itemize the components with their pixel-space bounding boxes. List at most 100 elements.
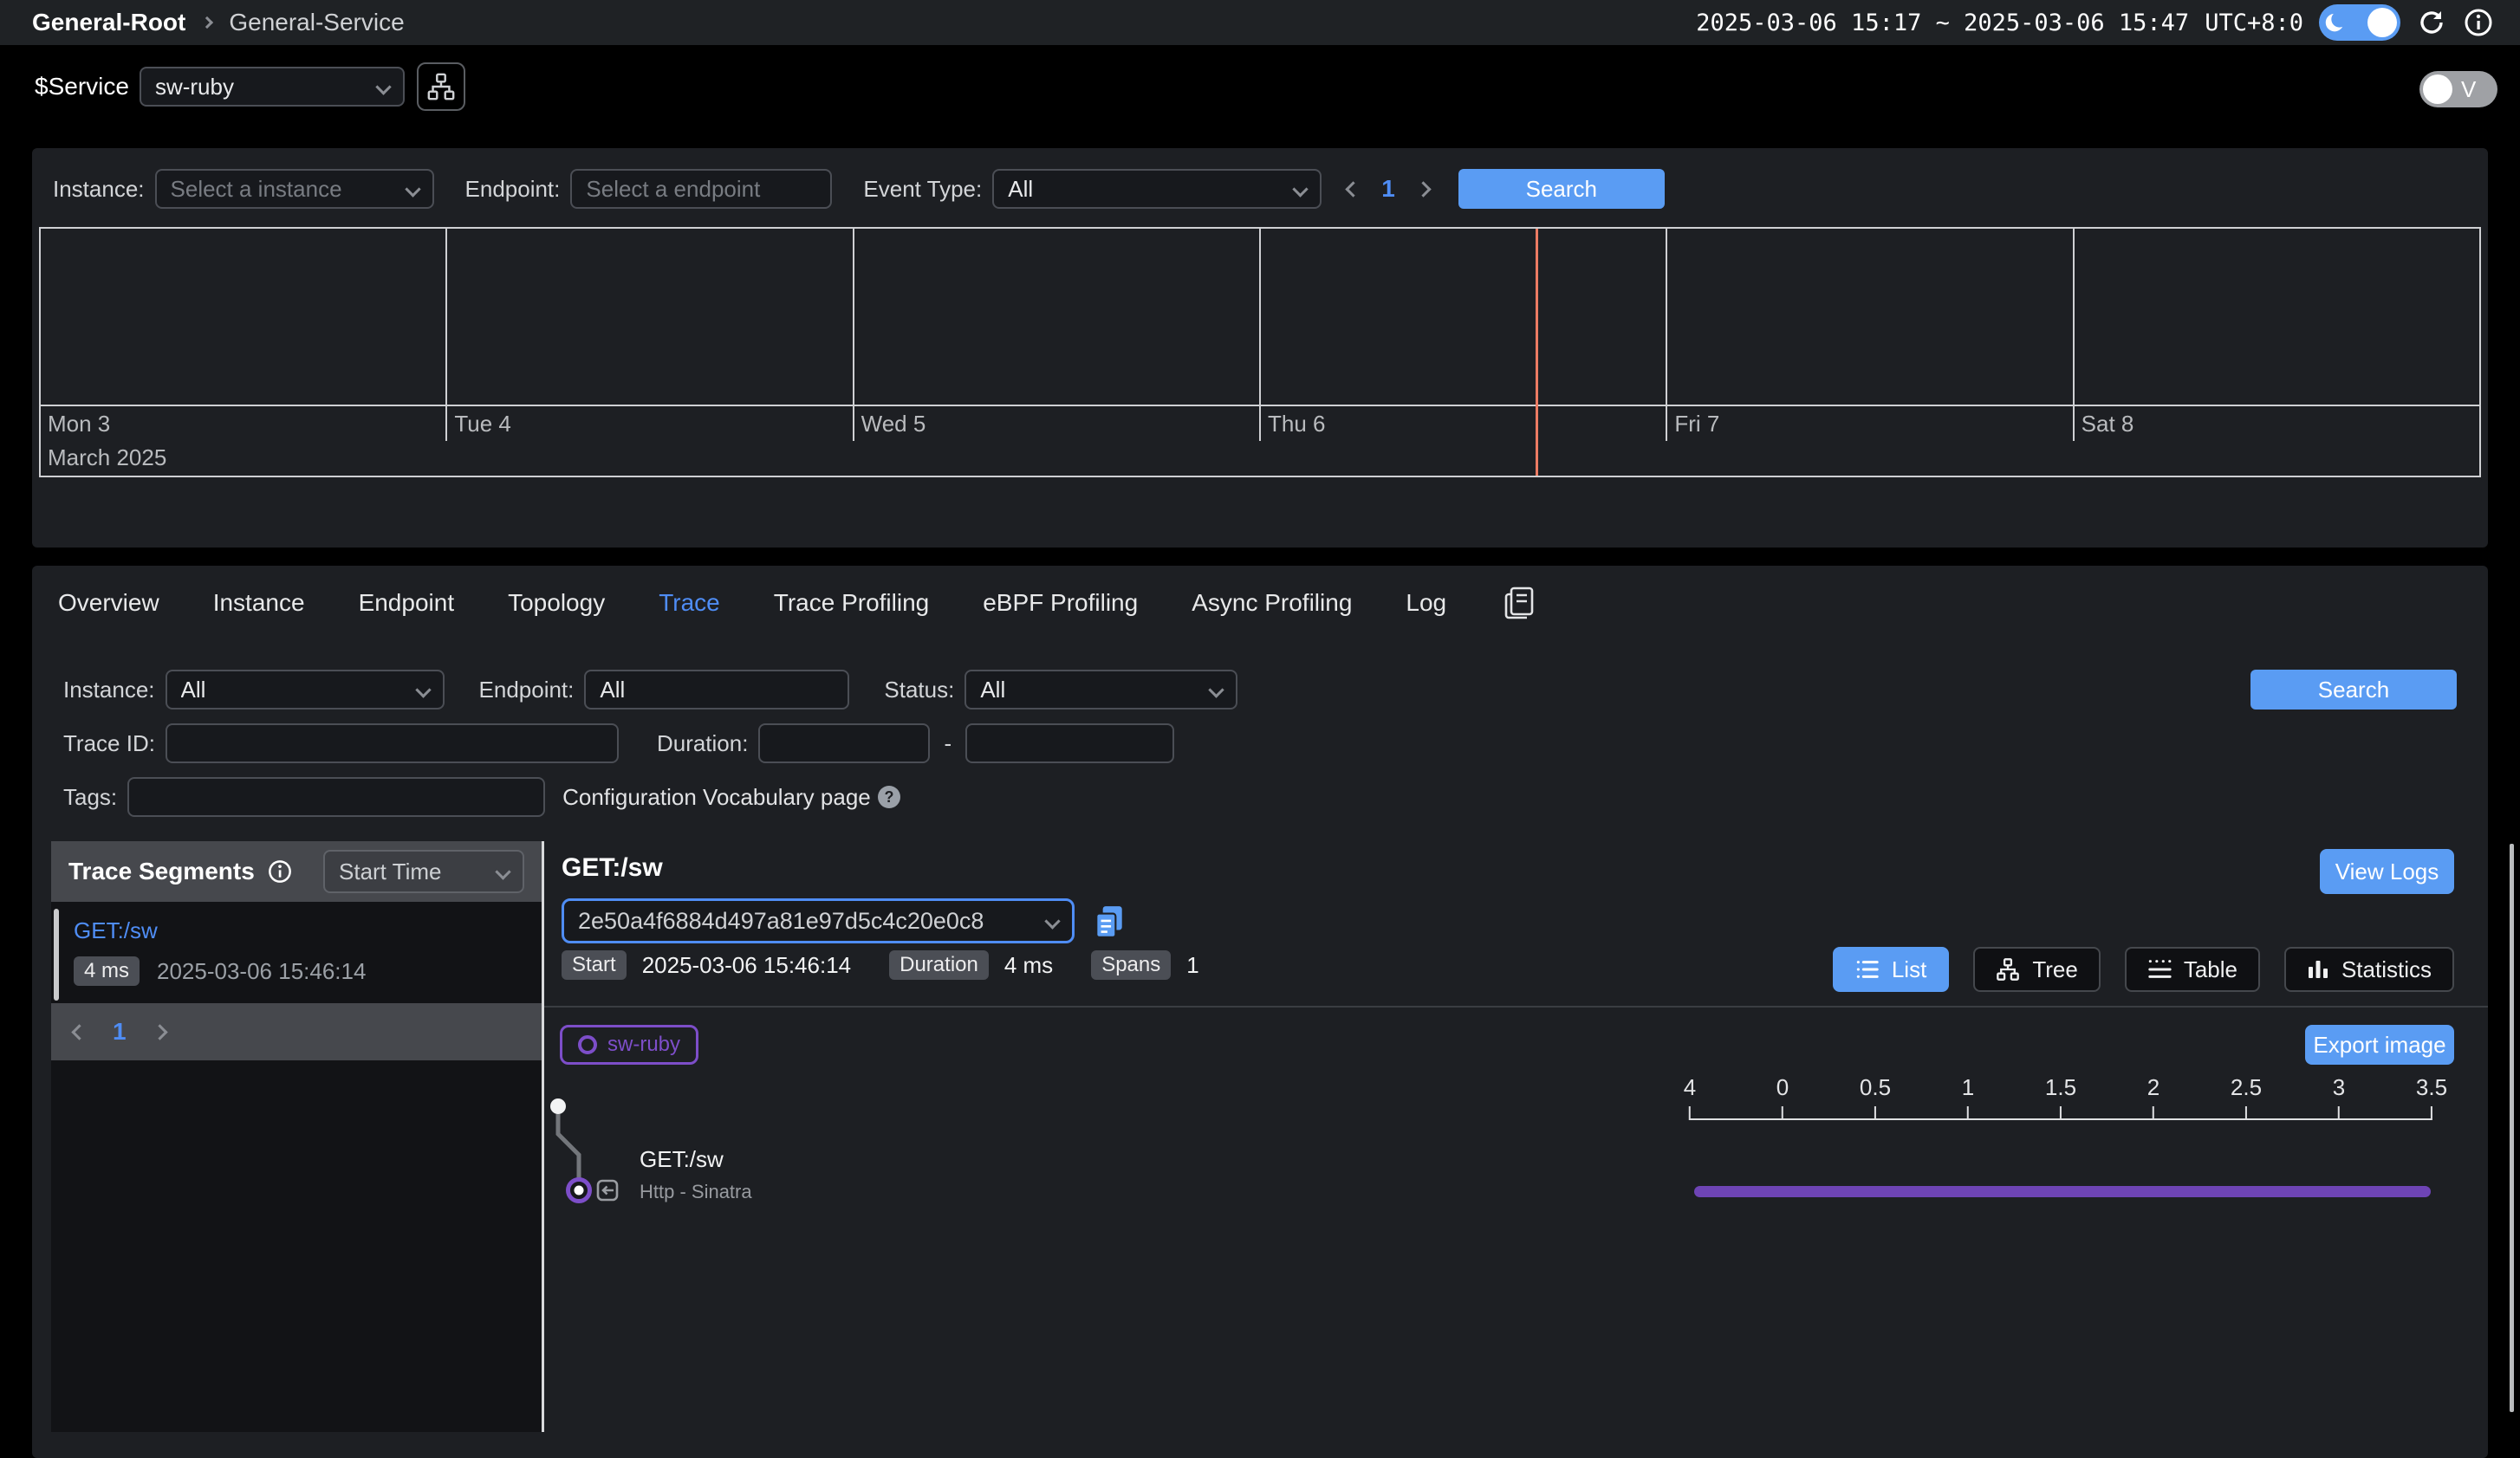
duration-max-field[interactable] — [965, 723, 1174, 763]
topology-shortcut-button[interactable] — [417, 62, 465, 111]
breadcrumb-root[interactable]: General-Root — [32, 9, 185, 36]
event-timeline-panel: Instance: Endpoint: Event Type: All 1 Se… — [32, 148, 2488, 548]
time-axis: 0 0.5 1 1.5 — [1690, 1082, 2432, 1120]
calendar-day-cell — [853, 229, 1259, 405]
document-pages-icon — [1504, 585, 1535, 621]
event-instance-input[interactable] — [171, 176, 407, 203]
start-value: 2025-03-06 15:46:14 — [642, 952, 851, 979]
breadcrumb-current[interactable]: General-Service — [229, 9, 404, 36]
tab[interactable]: Log — [1406, 589, 1446, 617]
legend-circle-icon — [578, 1035, 597, 1054]
tab[interactable]: Trace — [659, 589, 720, 617]
variables-toggle-label: V — [2461, 76, 2476, 103]
tab[interactable]: Async Profiling — [1192, 589, 1352, 617]
timezone[interactable]: UTC+8:0 — [2205, 10, 2303, 36]
service-select-value: sw-ruby — [155, 74, 234, 100]
next-page-icon[interactable] — [152, 1024, 167, 1040]
prev-page-icon[interactable] — [71, 1024, 87, 1040]
info-icon — [2463, 7, 2494, 38]
next-page-icon[interactable] — [1415, 181, 1431, 197]
topology-icon — [426, 72, 456, 101]
view-mode-table-button[interactable]: Table — [2125, 947, 2260, 992]
event-type-select[interactable]: All — [992, 169, 1322, 209]
trace-segment-item[interactable]: GET:/sw 4 ms 2025-03-06 15:46:14 — [74, 917, 524, 986]
vocabulary-link-text: Configuration Vocabulary page — [562, 784, 871, 811]
event-endpoint-field[interactable] — [570, 169, 832, 209]
variables-toggle[interactable]: V — [2419, 71, 2497, 107]
duration-min-field[interactable] — [758, 723, 930, 763]
list-scrollbar[interactable] — [54, 909, 59, 1001]
refresh-button[interactable] — [2416, 7, 2447, 38]
calendar-day-label: Tue 4 — [445, 406, 852, 441]
trace-status-value: All — [980, 677, 1005, 703]
calendar-day-cell — [445, 229, 852, 405]
calendar-day-label: Thu 6 — [1259, 406, 1666, 441]
segments-sort-select[interactable]: Start Time — [323, 850, 524, 893]
event-instance-select[interactable] — [155, 169, 434, 209]
tab-list: Overview Instance Endpoint Topology Trace Tra… — [58, 589, 1500, 617]
event-calendar[interactable]: Mon 3Tue 4Wed 5Thu 6Fri 7Sat 8 March 202… — [39, 227, 2481, 477]
calendar-day-cell — [41, 229, 445, 405]
vocabulary-link[interactable]: Configuration Vocabulary page ? — [562, 784, 902, 811]
view-mode-list-button[interactable]: List — [1833, 947, 1949, 992]
duration-value: 4 ms — [1004, 952, 1053, 979]
dark-mode-toggle[interactable] — [2319, 4, 2400, 41]
trace-search-button[interactable]: Search — [2250, 670, 2457, 710]
tab[interactable]: Trace Profiling — [774, 589, 929, 617]
tags-field[interactable] — [127, 777, 545, 817]
trace-id-input[interactable] — [181, 730, 603, 757]
info-icon[interactable] — [267, 859, 293, 885]
trace-workspace: Trace Segments Start Time GET:/sw 4 ms — [51, 841, 2488, 1432]
calendar-month-row: March 2025 — [41, 441, 2479, 474]
trace-endpoint-input[interactable] — [600, 677, 834, 703]
duration-min-input[interactable] — [774, 730, 914, 757]
page-scrollbar[interactable] — [2510, 844, 2514, 1412]
trace-instance-value: All — [181, 677, 206, 703]
info-button[interactable] — [2463, 7, 2494, 38]
tab[interactable]: Endpoint — [359, 589, 455, 617]
view-mode-statistics-button[interactable]: Statistics — [2284, 947, 2454, 992]
axis-tick: 2 — [2147, 1074, 2160, 1120]
service-legend-chip[interactable]: sw-ruby — [560, 1025, 698, 1065]
export-image-button[interactable]: Export image — [2305, 1025, 2454, 1065]
view-logs-button[interactable]: View Logs — [2320, 849, 2454, 894]
trace-endpoint-field[interactable] — [584, 670, 849, 710]
trace-detail: GET:/sw View Logs 2e50a4f6884d497a81e97d… — [544, 841, 2488, 1432]
segment-start-time: 2025-03-06 15:46:14 — [157, 958, 366, 985]
tags-label: Tags: — [63, 784, 117, 811]
trace-segments-panel: Trace Segments Start Time GET:/sw 4 ms — [51, 841, 542, 1432]
trace-id-field[interactable] — [166, 723, 619, 763]
event-search-button[interactable]: Search — [1458, 169, 1665, 209]
axis-tick: 3 — [2333, 1074, 2345, 1120]
prev-page-icon[interactable] — [1346, 181, 1361, 197]
copy-trace-id-button[interactable] — [1094, 904, 1125, 946]
trace-id-select[interactable]: 2e50a4f6884d497a81e97d5c4c20e0c8 — [562, 898, 1075, 943]
span-name[interactable]: GET:/sw — [640, 1146, 724, 1173]
trace-root-node — [550, 1098, 566, 1114]
view-mode-tree-button[interactable]: Tree — [1973, 947, 2101, 992]
tab[interactable]: Instance — [213, 589, 305, 617]
bar-chart-icon — [2307, 958, 2329, 981]
tags-input[interactable] — [143, 784, 529, 811]
tab-bar: Overview Instance Endpoint Topology Trace Tra… — [32, 566, 2488, 621]
trace-status-select[interactable]: All — [964, 670, 1237, 710]
axis-tick: 2.5 — [2231, 1074, 2262, 1120]
span-duration-bar[interactable] — [1694, 1186, 2431, 1197]
service-select[interactable]: sw-ruby — [140, 67, 405, 107]
chevron-down-icon — [1044, 913, 1060, 929]
chevron-down-icon — [415, 682, 431, 697]
tab[interactable]: Topology — [508, 589, 605, 617]
trace-instance-select[interactable]: All — [166, 670, 445, 710]
trace-segments-header: Trace Segments Start Time — [51, 841, 542, 902]
copy-icon — [1094, 904, 1125, 940]
page-number[interactable]: 1 — [113, 1018, 127, 1046]
tab[interactable]: Overview — [58, 589, 159, 617]
trace-filter: Instance: All Endpoint: Status: All Trac… — [32, 670, 2488, 817]
event-endpoint-input[interactable] — [586, 176, 816, 203]
page-number[interactable]: 1 — [1381, 175, 1395, 203]
duration-max-input[interactable] — [981, 730, 1159, 757]
time-range[interactable]: 2025-03-06 15:17 ~ 2025-03-06 15:47 — [1696, 10, 2189, 36]
tab[interactable]: eBPF Profiling — [983, 589, 1138, 617]
axis-tick: 1 — [1962, 1074, 1974, 1120]
changelog-button[interactable] — [1504, 585, 1535, 621]
